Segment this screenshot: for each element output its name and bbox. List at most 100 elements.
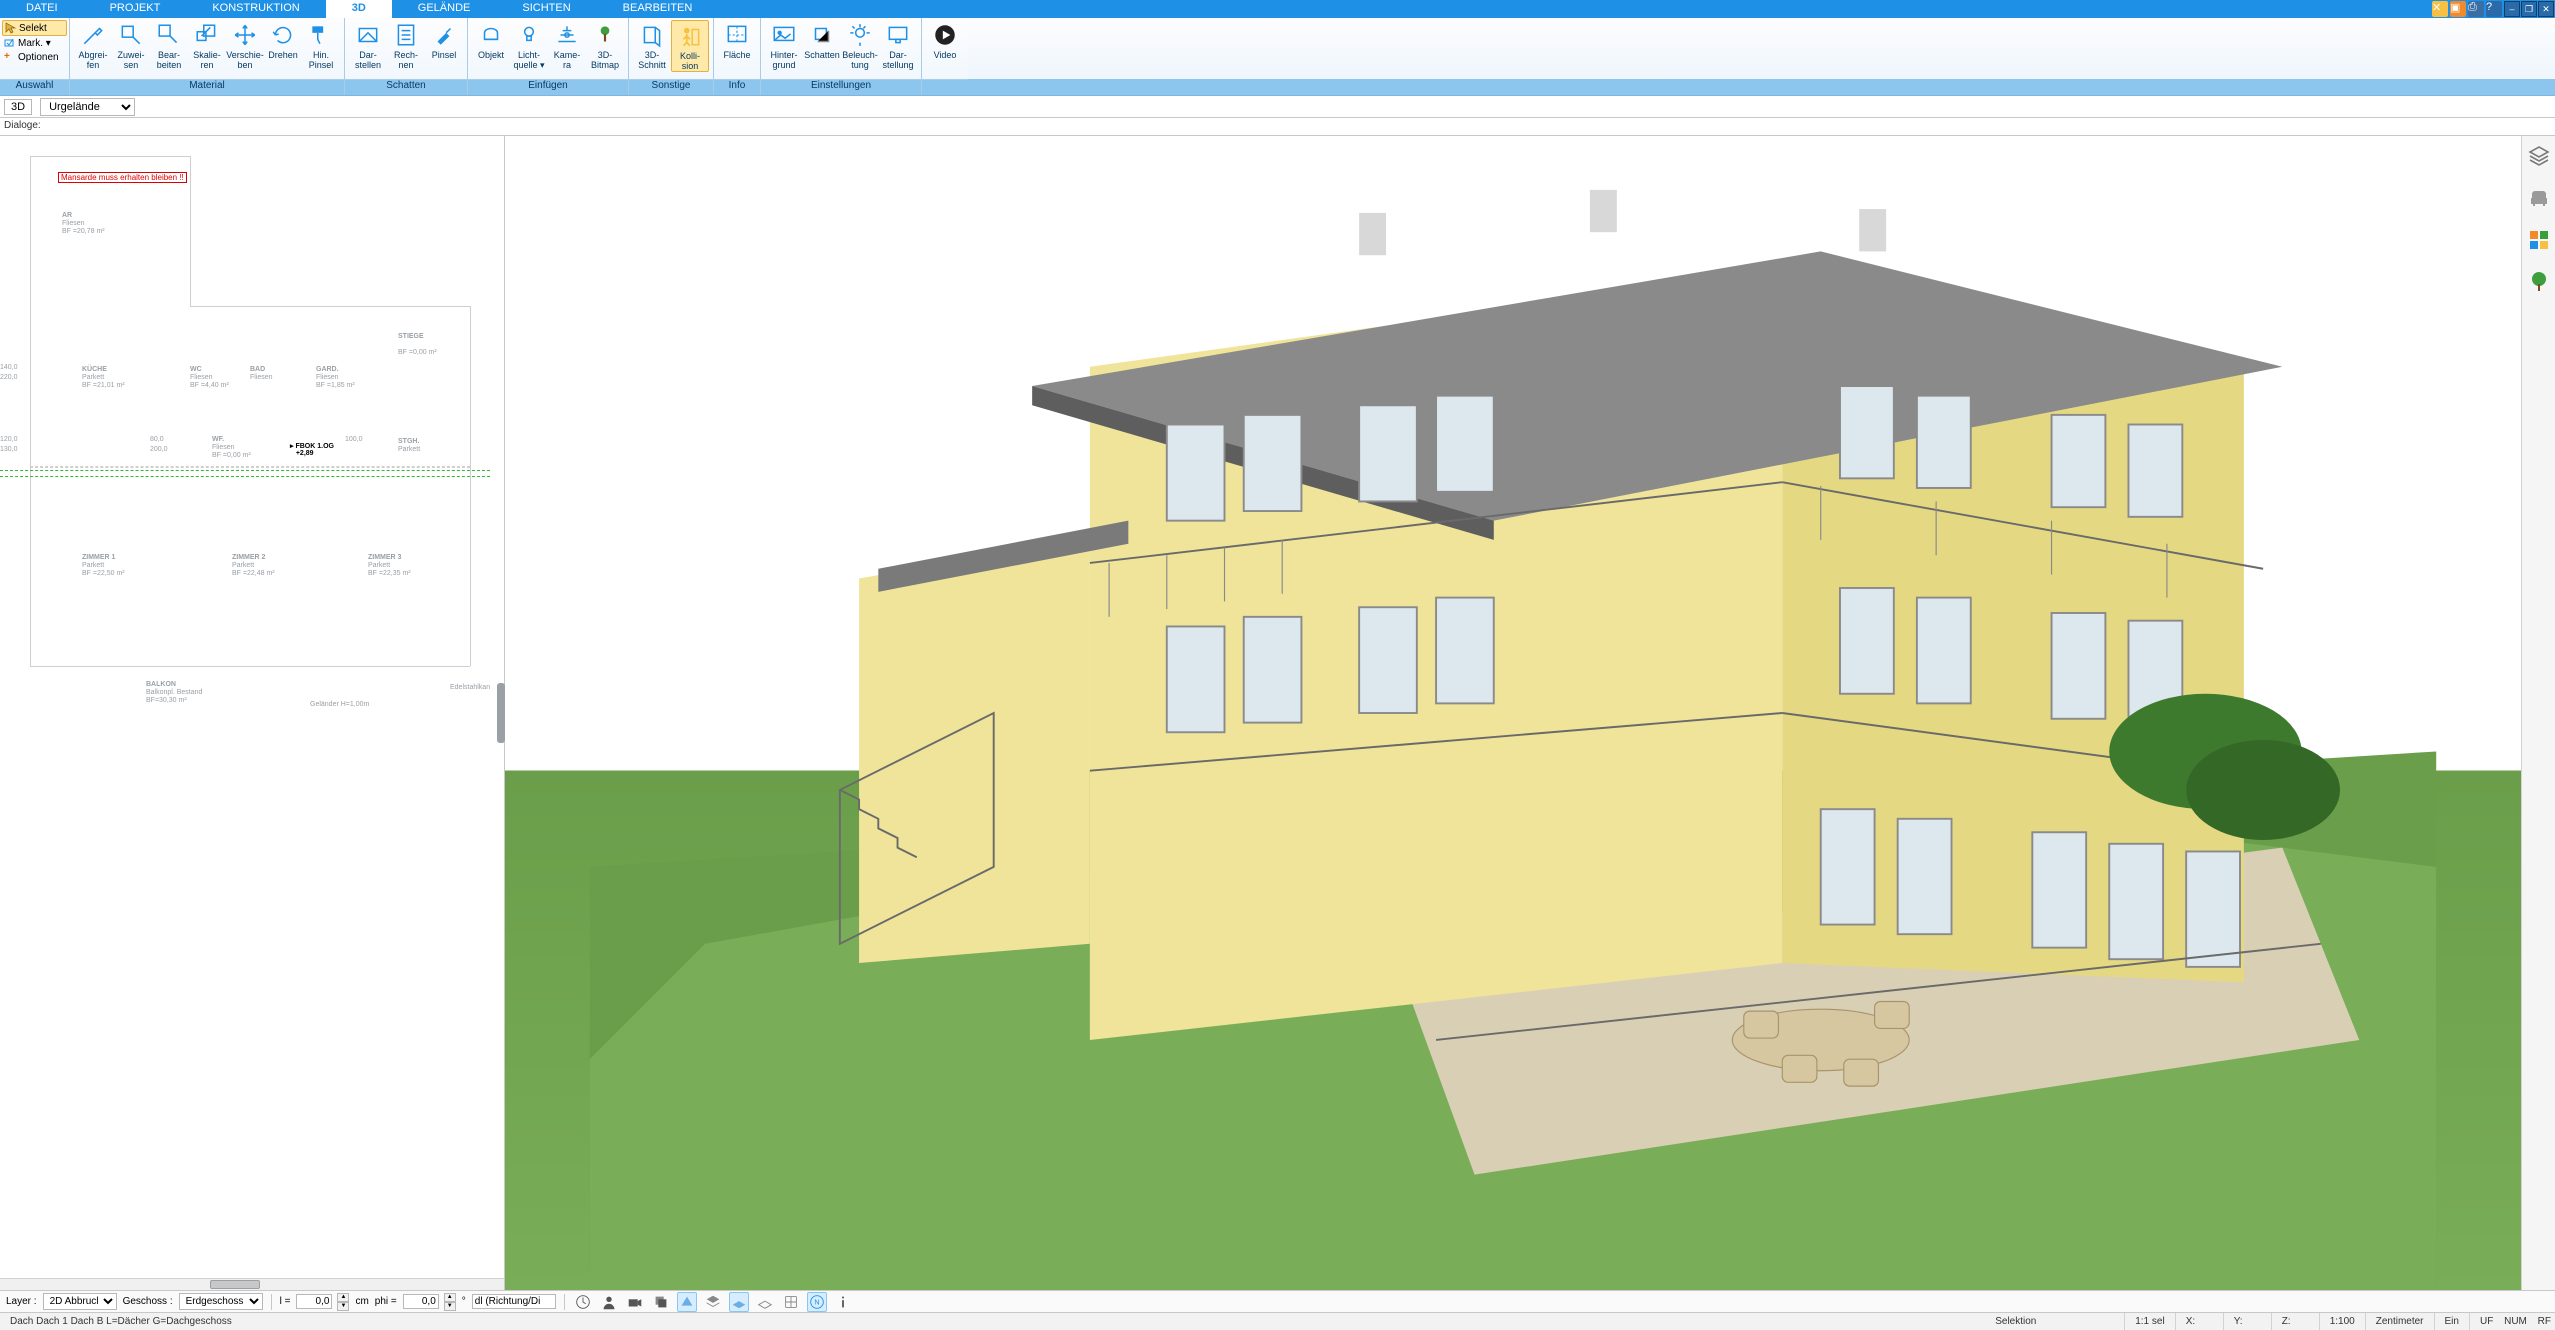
ribbon-btn-objekt[interactable]: Objekt [472, 20, 510, 60]
ribbon-group-auswahl: Selekt Mark. ▾ + Optionen Auswahl [0, 18, 70, 95]
ribbon-btn-label: Abgrei- fen [78, 50, 107, 70]
ribbon-btn-abgreifen[interactable]: Abgrei- fen [74, 20, 112, 70]
north-icon[interactable]: N [807, 1292, 827, 1312]
ribbon-btn-lichtquelle[interactable]: Licht- quelle ▾ [510, 20, 548, 70]
ribbon-btn-drehen[interactable]: Drehen [264, 20, 302, 60]
grid-icon[interactable] [781, 1292, 801, 1312]
tab-bearbeiten[interactable]: BEARBEITEN [597, 0, 719, 18]
stack-icon[interactable] [651, 1292, 671, 1312]
ribbon-btn-skalieren[interactable]: Skalie- ren [188, 20, 226, 70]
geschoss-select[interactable]: Erdgeschoss [179, 1293, 263, 1310]
workspace: Mansarde muss erhalten bleiben !! ARFlie… [0, 136, 2555, 1290]
minimize-button[interactable]: – [2504, 1, 2520, 17]
phi-unit: ° [462, 1296, 466, 1307]
mark-mode-button[interactable]: Mark. ▾ [2, 36, 67, 50]
ribbon-btn-beleuchtung[interactable]: Beleuch- tung [841, 20, 879, 70]
dim-value: 220,0 [0, 374, 18, 381]
tab-sichten[interactable]: SICHTEN [496, 0, 596, 18]
length-input[interactable] [296, 1294, 332, 1309]
shade-flat-icon[interactable] [677, 1292, 697, 1312]
ribbon-btn-kamera[interactable]: Kame- ra [548, 20, 586, 70]
room-label: KÜCHEParkettBF =21,01 m² [82, 366, 125, 390]
phi-stepper[interactable]: ▲▼ [444, 1293, 456, 1311]
layer-select[interactable]: 2D Abbruch [43, 1293, 117, 1310]
color-palette-icon[interactable] [2527, 228, 2551, 252]
layers-toggle-icon[interactable] [703, 1292, 723, 1312]
ribbon-btn-label: 3D- Bitmap [591, 50, 619, 70]
toolbar-icon-3[interactable]: ⎙ [2468, 1, 2484, 17]
ribbon-group-schatten: Dar- stellenRech- nenPinsel Schatten [345, 18, 468, 95]
layers-icon[interactable] [2527, 144, 2551, 168]
toolbar-icon-1[interactable]: ✕ [2432, 1, 2448, 17]
status-sel-ratio: 1:1 sel [2125, 1313, 2175, 1330]
ribbon-btn-kollision[interactable]: Kolli- sion [671, 20, 709, 72]
ribbon-btn-label: Beleuch- tung [842, 50, 878, 70]
phi-input[interactable] [403, 1294, 439, 1309]
close-button[interactable]: ✕ [2538, 1, 2554, 17]
direction-input[interactable] [472, 1294, 556, 1309]
help-icon[interactable]: ? [2486, 1, 2502, 17]
room-label: WCFliesenBF =4,40 m² [190, 366, 229, 390]
view-2d-floorplan[interactable]: Mansarde muss erhalten bleiben !! ARFlie… [0, 136, 505, 1290]
tree-icon[interactable] [2527, 270, 2551, 294]
ribbon-btn-verschieben[interactable]: Verschie- ben [226, 20, 264, 70]
ribbon-btn-bearbeiten[interactable]: Bear- beiten [150, 20, 188, 70]
tab-gelaende[interactable]: GELÄNDE [392, 0, 497, 18]
ribbon-btn-darstellen[interactable]: Dar- stellen [349, 20, 387, 70]
info-icon[interactable] [833, 1292, 853, 1312]
room-label: BALKONBalkonpl. BestandBF=30,30 m² [146, 681, 202, 705]
status-x: X: [2176, 1313, 2224, 1330]
select-mode-button[interactable]: Selekt [2, 20, 67, 36]
view-splitter[interactable] [497, 683, 505, 743]
context-bar: 3D Urgelände [0, 96, 2555, 118]
furniture-icon[interactable] [2527, 186, 2551, 210]
abgreifen-icon [80, 22, 106, 48]
tab-konstruktion[interactable]: KONSTRUKTION [186, 0, 325, 18]
terrain-layer-select[interactable]: Urgelände [40, 98, 135, 116]
camera-icon[interactable] [625, 1292, 645, 1312]
ribbon-btn-label: Skalie- ren [193, 50, 221, 70]
plan-warning-note: Mansarde muss erhalten bleiben !! [58, 172, 187, 183]
gelaender-note: Geländer H=1,00m [310, 701, 369, 708]
rail-note: Edelstahlkan [450, 684, 490, 691]
scrollbar-horizontal[interactable] [0, 1278, 504, 1290]
ribbon-btn-pinsel[interactable]: Pinsel [425, 20, 463, 60]
clock-icon[interactable] [573, 1292, 593, 1312]
group-title-einstellungen: Einstellungen [761, 79, 921, 95]
tab-datei[interactable]: DATEI [0, 0, 84, 18]
ribbon-btn-label: Video [934, 50, 957, 60]
bitmap3d-icon [592, 22, 618, 48]
ribbon-btn-hintergrund[interactable]: Hinter- grund [765, 20, 803, 70]
room-label: BADFliesen [250, 366, 273, 382]
dim-value: 120,0 [0, 436, 18, 443]
view-mode-indicator[interactable]: 3D [4, 99, 32, 115]
dim-value: 200,0 [150, 446, 168, 453]
restore-button[interactable]: ❐ [2521, 1, 2537, 17]
view-3d[interactable] [505, 136, 2521, 1290]
ribbon-btn-hinpinsel[interactable]: Hin. Pinsel [302, 20, 340, 70]
ribbon-btn-schnitt3d[interactable]: 3D- Schnitt [633, 20, 671, 70]
ribbon-btn-schattenE[interactable]: Schatten [803, 20, 841, 60]
ribbon-btn-bitmap3d[interactable]: 3D- Bitmap [586, 20, 624, 70]
tab-projekt[interactable]: PROJEKT [84, 0, 187, 18]
dim-value: 80,0 [150, 436, 164, 443]
beleuchtung-icon [847, 22, 873, 48]
ribbon-btn-label: Dar- stellen [355, 50, 381, 70]
toolbar-icon-2[interactable]: ▣ [2450, 1, 2466, 17]
person-icon[interactable] [599, 1292, 619, 1312]
ribbon-btn-label: Licht- quelle ▾ [513, 50, 544, 70]
room-label: ARFliesenBF =20,78 m² [62, 212, 105, 236]
dialog-label: Dialoge: [4, 120, 41, 131]
length-stepper[interactable]: ▲▼ [337, 1293, 349, 1311]
ribbon-btn-video[interactable]: Video [926, 20, 964, 60]
options-button[interactable]: + Optionen [2, 50, 67, 64]
wire-icon[interactable] [755, 1292, 775, 1312]
ribbon-btn-rechnen[interactable]: Rech- nen [387, 20, 425, 70]
plane-icon[interactable] [729, 1292, 749, 1312]
ribbon-btn-darstellung[interactable]: Dar- stellung [879, 20, 917, 70]
ribbon-btn-flaeche[interactable]: Fläche [718, 20, 756, 60]
ribbon: Selekt Mark. ▾ + Optionen Auswahl Abgrei… [0, 18, 2555, 96]
tab-3d[interactable]: 3D [326, 0, 392, 18]
ribbon-btn-label: Hin. Pinsel [309, 50, 334, 70]
ribbon-btn-zuweisen[interactable]: Zuwei- sen [112, 20, 150, 70]
